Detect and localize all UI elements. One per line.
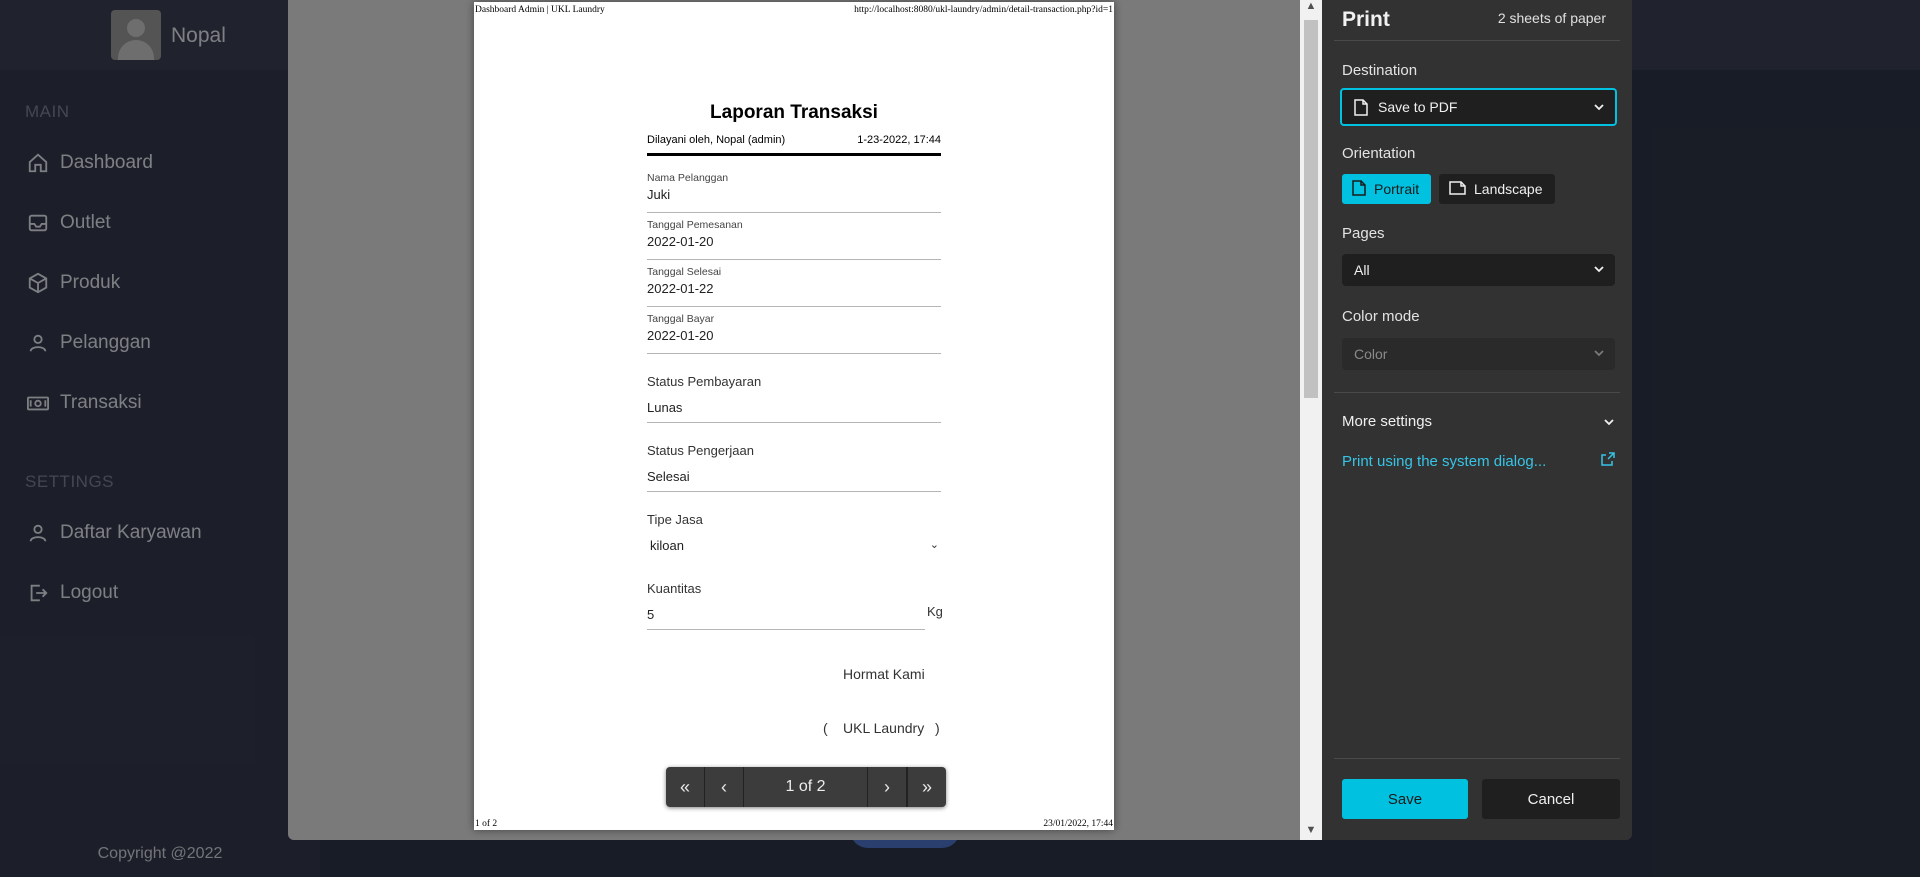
scrollbar-thumb[interactable] [1304, 20, 1318, 398]
field-value: 2022-01-20 [647, 328, 714, 343]
prev-page-button[interactable]: ‹ [705, 767, 744, 807]
unit-label: Kg [927, 604, 943, 619]
field-label: Status Pembayaran [647, 374, 762, 389]
field-value: 2022-01-20 [647, 234, 714, 249]
page-footer-date: 23/01/2022, 17:44 [1043, 819, 1113, 829]
destination-label: Destination [1342, 62, 1418, 79]
field-value: 2022-01-22 [647, 281, 714, 296]
field-value: kiloan [650, 538, 684, 553]
landscape-label: Landscape [1474, 181, 1543, 197]
page-navigation: « ‹ 1 of 2 › » [666, 767, 946, 807]
chevron-down-icon [1603, 415, 1615, 432]
scroll-down-icon[interactable]: ▼ [1300, 824, 1322, 836]
divider [1334, 758, 1620, 759]
landscape-page-icon [1449, 180, 1466, 198]
print-preview: Dashboard Admin | UKL Laundry http://loc… [288, 0, 1300, 840]
field-status-pengerjaan: Status Pengerjaan Selesai [647, 443, 941, 492]
field-label: Tanggal Bayar [647, 313, 715, 325]
system-dialog-link[interactable]: Print using the system dialog... [1342, 453, 1546, 470]
served-by: Dilayani oleh, Nopal (admin) [647, 134, 786, 146]
page-header-title: Dashboard Admin | UKL Laundry [475, 5, 605, 15]
preview-page: Dashboard Admin | UKL Laundry http://loc… [474, 2, 1114, 830]
field-label: Tanggal Selesai [647, 266, 722, 278]
chevron-down-icon [1593, 100, 1605, 116]
divider [1334, 392, 1620, 393]
field-status-pembayaran: Status Pembayaran Lunas [647, 374, 941, 423]
double-chevron-left-icon: « [679, 776, 690, 797]
signature-paren-close: ) [935, 720, 940, 736]
divider [647, 153, 941, 156]
more-settings-label: More settings [1342, 413, 1433, 430]
preview-scrollbar[interactable]: ▲ ▼ [1300, 0, 1322, 840]
print-settings-panel: Print 2 sheets of paper Destination Save… [1322, 0, 1632, 840]
color-mode-select[interactable]: Color [1342, 338, 1615, 370]
field-label: Nama Pelanggan [647, 172, 729, 184]
report-title: Laporan Transaksi [710, 102, 878, 123]
field-value: Selesai [647, 469, 690, 484]
first-page-button[interactable]: « [666, 767, 705, 807]
field-nama-pelanggan: Nama Pelanggan Juki [647, 172, 941, 213]
last-page-button[interactable]: » [907, 767, 946, 807]
save-button[interactable]: Save [1342, 779, 1468, 819]
portrait-page-icon [1352, 179, 1366, 199]
page-indicator: 1 of 2 [744, 767, 868, 807]
chevron-left-icon: ‹ [721, 776, 727, 797]
field-value: Juki [647, 187, 671, 202]
print-dialog: Dashboard Admin | UKL Laundry http://loc… [288, 0, 1632, 840]
served-row: Dilayani oleh, Nopal (admin) 1-23-2022, … [647, 134, 941, 146]
pages-value: All [1354, 262, 1370, 278]
field-kuantitas: Kuantitas 5 [647, 581, 941, 630]
document-icon [1354, 98, 1368, 116]
sheet-count: 2 sheets of paper [1497, 10, 1606, 26]
more-settings-toggle[interactable]: More settings [1342, 413, 1615, 430]
field-tanggal-selesai: Tanggal Selesai 2022-01-22 [647, 266, 941, 307]
landscape-button[interactable]: Landscape [1439, 174, 1555, 204]
page-footer-number: 1 of 2 [475, 819, 498, 829]
orientation-label: Orientation [1342, 145, 1416, 162]
field-tipe-jasa: Tipe Jasa kiloan ⌄ [647, 512, 941, 553]
pages-label: Pages [1342, 225, 1385, 242]
divider [1334, 40, 1620, 41]
cancel-button[interactable]: Cancel [1482, 779, 1620, 819]
destination-select[interactable]: Save to PDF [1340, 88, 1617, 126]
field-label: Tipe Jasa [647, 512, 703, 527]
served-at: 1-23-2022, 17:44 [857, 134, 941, 146]
color-mode-label: Color mode [1342, 308, 1420, 325]
chevron-down-icon [1593, 346, 1605, 362]
page-header-url: http://localhost:8080/ukl-laundry/admin/… [854, 5, 1113, 15]
field-label: Tanggal Pemesanan [647, 219, 743, 231]
chevron-down-icon [1593, 262, 1605, 278]
field-value: Lunas [647, 400, 683, 415]
closing-text: Hormat Kami [843, 666, 925, 682]
field-tanggal-pemesanan: Tanggal Pemesanan 2022-01-20 [647, 219, 941, 260]
color-mode-value: Color [1354, 346, 1388, 362]
pages-select[interactable]: All [1342, 254, 1615, 286]
chevron-down-icon: ⌄ [929, 539, 939, 551]
portrait-label: Portrait [1374, 181, 1420, 197]
field-value: 5 [647, 607, 655, 622]
portrait-button[interactable]: Portrait [1342, 174, 1432, 204]
scroll-up-icon[interactable]: ▲ [1300, 0, 1322, 12]
chevron-right-icon: › [884, 776, 890, 797]
destination-value: Save to PDF [1378, 99, 1458, 115]
print-title: Print [1342, 8, 1390, 31]
double-chevron-right-icon: » [921, 776, 932, 797]
signature-paren-open: ( [823, 720, 828, 736]
field-label: Status Pengerjaan [647, 443, 754, 458]
field-tanggal-bayar: Tanggal Bayar 2022-01-20 [647, 313, 941, 354]
next-page-button[interactable]: › [868, 767, 907, 807]
external-link-icon[interactable] [1601, 452, 1615, 471]
field-label: Kuantitas [647, 581, 702, 596]
signature-name: UKL Laundry [843, 720, 925, 736]
